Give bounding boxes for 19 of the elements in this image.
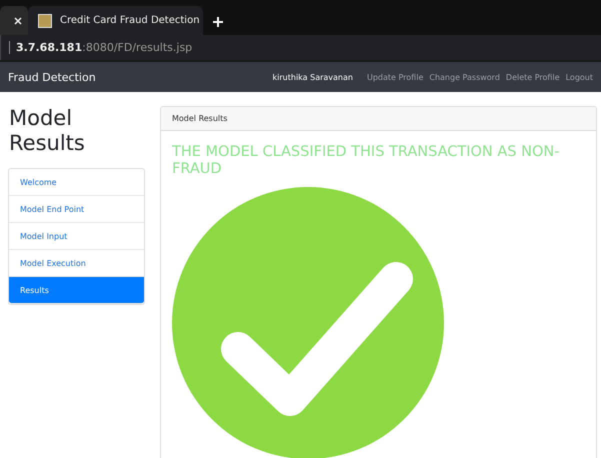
address-field[interactable]: 3.7.68.181:8080/FD/results.jsp — [9, 41, 192, 54]
page-title: Model Results — [9, 106, 86, 156]
nav-link[interactable]: Update Profile — [366, 72, 424, 82]
nav-link[interactable]: Logout — [566, 72, 593, 82]
result-message: THE MODEL CLASSIFIED THIS TRANSACTION AS NON-FRAUD — [172, 144, 560, 178]
sidebar-item[interactable]: Welcome — [9, 169, 144, 196]
browser-tab[interactable]: Credit Card Fraud Detection — [28, 6, 203, 35]
user-name: kiruthika Saravanan — [272, 72, 353, 82]
sidebar-item[interactable]: Model Input — [9, 223, 144, 250]
plus-icon[interactable] — [213, 17, 223, 27]
browser-tab[interactable] — [0, 6, 28, 35]
sidebar-item[interactable]: Results — [9, 277, 144, 304]
nav-link[interactable]: Delete Profile — [506, 72, 560, 82]
sidebar-item[interactable]: Model End Point — [9, 196, 144, 224]
nav-link[interactable]: Change Password — [429, 72, 500, 82]
card-header: Model Results — [161, 107, 596, 131]
favicon-icon — [38, 14, 52, 28]
close-icon[interactable] — [14, 16, 22, 24]
navbar-brand[interactable]: Fraud Detection — [8, 70, 273, 84]
